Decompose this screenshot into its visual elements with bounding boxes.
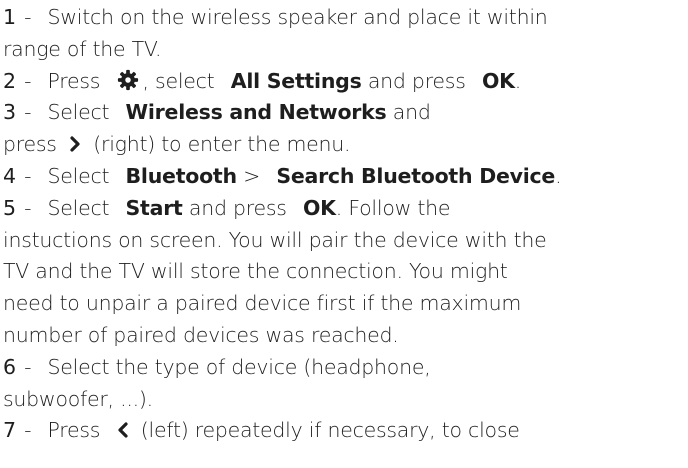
step-text: number of paired devices was reached. <box>3 322 399 347</box>
step-3-line-2: press (right) to enter the menu. <box>3 129 688 161</box>
step-text: TV and the TV will store the connection.… <box>3 259 508 284</box>
ok-key-label: OK <box>302 195 336 220</box>
step-text: Select <box>47 100 110 125</box>
step-separator: - <box>24 195 32 220</box>
ok-key-label: OK <box>481 68 515 93</box>
menu-item-all-settings: All Settings <box>230 68 362 93</box>
step-1-line-2: range of the TV. <box>3 34 688 66</box>
step-text: . <box>555 163 562 188</box>
chevron-left-icon <box>117 422 129 438</box>
step-3-line-1: 3 - Select Wireless and Networks and <box>3 97 688 129</box>
step-text: Select <box>47 195 110 220</box>
menu-item-search-bluetooth-device: Search Bluetooth Device <box>276 163 556 188</box>
step-text: need to unpair a paired device first if … <box>3 291 522 316</box>
step-text: Press <box>47 418 101 443</box>
step-text: Select <box>47 163 110 188</box>
step-5-line-2: instuctions on screen. You will pair the… <box>3 225 688 257</box>
step-separator: - <box>24 163 32 188</box>
step-text: and press <box>367 68 466 93</box>
step-separator: - <box>24 5 32 29</box>
step-text: instuctions on screen. You will pair the… <box>3 227 547 252</box>
step-text: press <box>3 132 57 157</box>
step-5-line-3: TV and the TV will store the connection.… <box>3 256 688 288</box>
step-separator: - <box>24 100 32 125</box>
step-1-line-1: 1 - Switch on the wireless speaker and p… <box>3 2 688 34</box>
step-2-line-1: 2 - Press , select All Settings and pres… <box>3 66 688 98</box>
step-text: Select the type of device (headphone, <box>47 354 431 379</box>
step-text: range of the TV. <box>3 36 162 61</box>
step-number: 5 <box>3 195 16 220</box>
step-separator: - <box>24 354 32 379</box>
step-text: (right) to enter the menu. <box>93 132 351 157</box>
step-text: Switch on the wireless speaker and place… <box>47 5 548 29</box>
step-number: 4 <box>3 163 16 188</box>
step-text: and press <box>188 195 287 220</box>
instructions-document: 1 - Switch on the wireless speaker and p… <box>0 0 688 468</box>
step-text: . Follow the <box>335 195 451 220</box>
step-number: 2 <box>3 68 16 93</box>
step-5-line-1: 5 - Select Start and press OK. Follow th… <box>3 193 688 225</box>
step-7-line-1: 7 - Press (left) repeatedly if necessary… <box>3 415 688 447</box>
step-5-line-4: need to unpair a paired device first if … <box>3 288 688 320</box>
step-text: . <box>514 68 522 93</box>
step-5-line-5: number of paired devices was reached. <box>3 320 688 352</box>
menu-item-bluetooth: Bluetooth <box>125 163 238 188</box>
step-separator: - <box>24 68 32 93</box>
step-6-line-1: 6 - Select the type of device (headphone… <box>3 352 688 384</box>
step-4-line-1: 4 - Select Bluetooth > Search Bluetooth … <box>3 161 688 193</box>
step-text: (left) repeatedly if necessary, to close <box>140 418 520 443</box>
step-number: 3 <box>3 100 16 125</box>
step-text: and <box>392 100 431 125</box>
step-text: Press <box>47 68 101 93</box>
step-number: 7 <box>3 418 16 443</box>
step-6-line-2: subwoofer, ...). <box>3 384 688 416</box>
menu-item-start: Start <box>125 195 183 220</box>
menu-path-separator: > <box>243 163 261 188</box>
chevron-right-icon <box>69 136 81 152</box>
step-separator: - <box>24 418 32 443</box>
step-text: subwoofer, ...). <box>3 386 153 411</box>
step-number: 1 <box>3 5 16 29</box>
step-number: 6 <box>3 354 16 379</box>
gear-icon <box>117 69 139 91</box>
step-text: , select <box>142 68 215 93</box>
menu-item-wireless-networks: Wireless and Networks <box>125 100 387 125</box>
